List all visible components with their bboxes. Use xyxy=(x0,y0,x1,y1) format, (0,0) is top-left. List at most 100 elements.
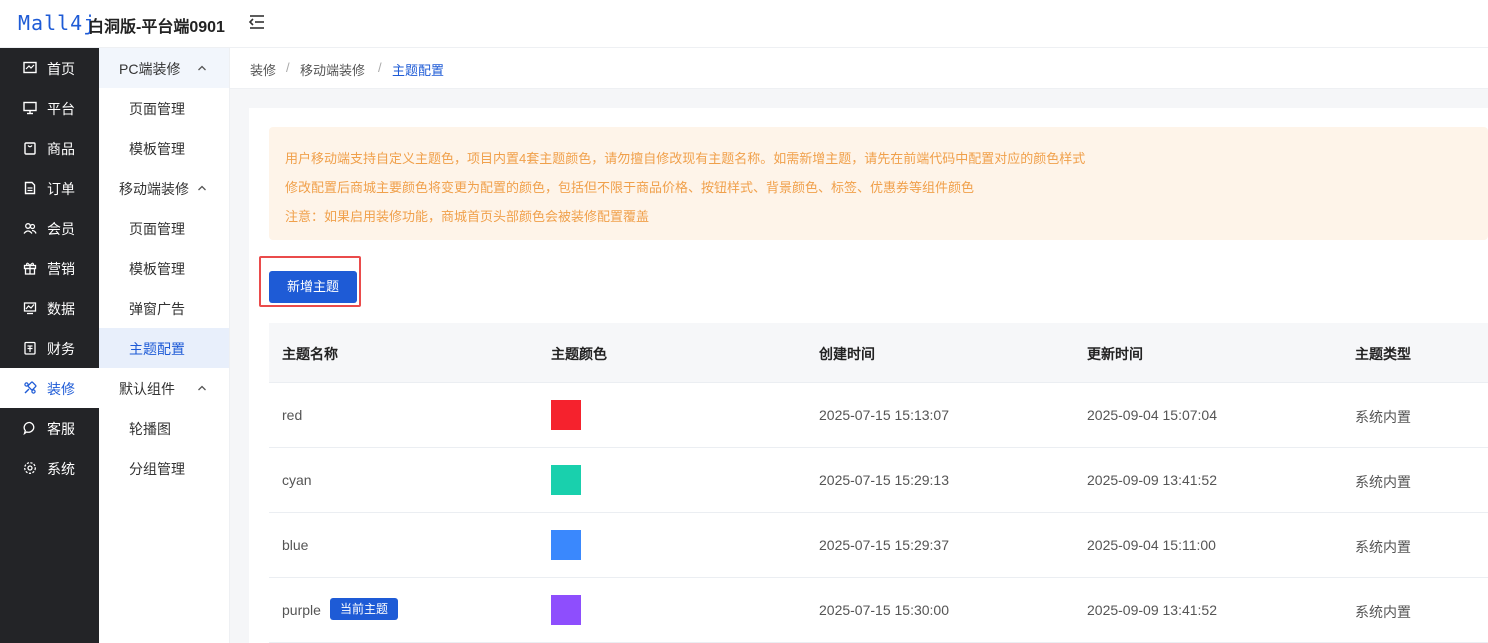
submenu-item-label: 页面管理 xyxy=(129,221,185,237)
theme-color-swatch xyxy=(551,530,581,560)
nav-label: 首页 xyxy=(47,61,75,77)
submenu-item-label: 轮播图 xyxy=(129,421,171,437)
created-time: 2025-07-15 15:29:13 xyxy=(819,472,949,488)
column-header: 创建时间 xyxy=(819,346,875,362)
theme-color-swatch xyxy=(551,595,581,625)
table-row[interactable]: red 2025-07-15 15:13:07 2025-09-04 15:07… xyxy=(269,383,1488,448)
nav-item-products[interactable]: 商品 xyxy=(0,128,99,168)
users-icon xyxy=(23,223,37,234)
nav-item-platform[interactable]: 平台 xyxy=(0,88,99,128)
nav-label: 平台 xyxy=(47,101,75,117)
desktop-icon xyxy=(23,101,37,115)
table-header: 主题名称 主题颜色 创建时间 更新时间 主题类型 xyxy=(269,323,1488,383)
table-row[interactable]: blue 2025-07-15 15:29:37 2025-09-04 15:1… xyxy=(269,513,1488,578)
nav-label: 财务 xyxy=(47,341,75,357)
submenu-item-label: 分组管理 xyxy=(129,461,185,477)
nav-label: 商品 xyxy=(47,141,75,157)
notice-line: 注意：如果启用装修功能，商城首页头部颜色会被装修配置覆盖 xyxy=(285,209,650,224)
chevron-up-icon xyxy=(198,185,206,191)
nav-label: 系统 xyxy=(47,461,75,477)
submenu-item-label: 主题配置 xyxy=(129,341,185,357)
breadcrumb-item[interactable]: 移动端装修 xyxy=(300,60,365,79)
settings-icon xyxy=(24,462,36,474)
nav-label: 装修 xyxy=(47,381,75,397)
theme-type: 系统内置 xyxy=(1355,474,1411,490)
nav-label: 数据 xyxy=(47,301,75,317)
app-title: 白洞版-平台端0901 xyxy=(88,19,225,36)
theme-type: 系统内置 xyxy=(1355,539,1411,555)
theme-type: 系统内置 xyxy=(1355,604,1411,620)
submenu-item-theme-config[interactable]: 主题配置 xyxy=(99,328,229,368)
top-header: Mall4j 白洞版-平台端0901 xyxy=(0,0,1488,48)
bag-icon xyxy=(24,142,36,155)
submenu-group-label: 默认组件 xyxy=(119,381,175,397)
chat-icon xyxy=(23,421,35,435)
column-header: 主题名称 xyxy=(282,346,338,362)
updated-time: 2025-09-04 15:07:04 xyxy=(1087,407,1217,423)
nav-item-home[interactable]: 首页 xyxy=(0,48,99,88)
finance-icon xyxy=(24,341,36,355)
breadcrumb-item[interactable]: 装修 xyxy=(250,60,276,79)
decorate-icon xyxy=(24,381,37,394)
breadcrumb: 装修 / 移动端装修 / 主题配置 xyxy=(230,48,1488,89)
updated-time: 2025-09-09 13:41:52 xyxy=(1087,602,1217,618)
theme-name: cyan xyxy=(282,472,312,488)
gift-icon xyxy=(23,262,37,275)
logo: Mall4j xyxy=(18,11,97,35)
theme-name: purple xyxy=(282,602,321,618)
nav-item-marketing[interactable]: 营销 xyxy=(0,248,99,288)
submenu-item-carousel[interactable]: 轮播图 xyxy=(99,408,229,448)
table-row[interactable]: purple 当前主题 2025-07-15 15:30:00 2025-09-… xyxy=(269,578,1488,643)
monitor-icon xyxy=(23,61,37,74)
submenu-group-label: PC端装修 xyxy=(119,61,181,77)
theme-color-swatch xyxy=(551,465,581,495)
current-theme-badge: 当前主题 xyxy=(330,598,399,620)
submenu-item-pc-templates[interactable]: 模板管理 xyxy=(99,128,229,168)
nav-item-customer-service[interactable]: 客服 xyxy=(0,408,99,448)
column-header: 主题颜色 xyxy=(551,346,607,362)
notice-line: 用户移动端支持自定义主题色，项目内置4套主题颜色，请勿擅自修改现有主题名称。如需… xyxy=(285,151,1086,166)
submenu-item-label: 页面管理 xyxy=(129,101,185,117)
submenu-item-pc-pages[interactable]: 页面管理 xyxy=(99,88,229,128)
created-time: 2025-07-15 15:30:00 xyxy=(819,602,949,618)
submenu-group-mobile[interactable]: 移动端装修 xyxy=(99,168,229,208)
column-header: 主题类型 xyxy=(1355,346,1411,362)
notice-line: 修改配置后商城主要颜色将变更为配置的颜色，包括但不限于商品价格、按钮样式、背景颜… xyxy=(285,180,975,195)
document-icon xyxy=(24,181,36,195)
submenu-group-default-components[interactable]: 默认组件 xyxy=(99,368,229,408)
chart-icon xyxy=(23,302,37,315)
submenu-item-mobile-pages[interactable]: 页面管理 xyxy=(99,208,229,248)
submenu-item-label: 模板管理 xyxy=(129,261,185,277)
created-time: 2025-07-15 15:13:07 xyxy=(819,407,949,423)
submenu-item-mobile-templates[interactable]: 模板管理 xyxy=(99,248,229,288)
theme-name: blue xyxy=(282,537,309,553)
breadcrumb-current: 主题配置 xyxy=(392,63,445,78)
add-theme-button[interactable]: 新增主题 xyxy=(269,271,357,303)
nav-item-orders[interactable]: 订单 xyxy=(0,168,99,208)
updated-time: 2025-09-04 15:11:00 xyxy=(1087,537,1216,553)
nav-item-data[interactable]: 数据 xyxy=(0,288,99,328)
notice-banner: 用户移动端支持自定义主题色，项目内置4套主题颜色，请勿擅自修改现有主题名称。如需… xyxy=(269,127,1488,240)
updated-time: 2025-09-09 13:41:52 xyxy=(1087,472,1217,488)
collapse-menu-icon[interactable] xyxy=(248,13,266,31)
breadcrumb-separator: / xyxy=(286,60,290,75)
submenu-item-label: 弹窗广告 xyxy=(129,301,185,317)
column-header: 更新时间 xyxy=(1087,346,1143,362)
submenu-item-popup-ads[interactable]: 弹窗广告 xyxy=(99,288,229,328)
nav-label: 订单 xyxy=(47,181,75,197)
chevron-up-icon xyxy=(198,385,206,391)
nav-item-finance[interactable]: 财务 xyxy=(0,328,99,368)
theme-color-swatch xyxy=(551,400,581,430)
nav-item-decoration[interactable]: 装修 xyxy=(0,368,99,408)
theme-name: red xyxy=(282,407,303,423)
theme-type: 系统内置 xyxy=(1355,409,1411,425)
nav-item-system[interactable]: 系统 xyxy=(0,448,99,488)
submenu-item-group-management[interactable]: 分组管理 xyxy=(99,448,229,488)
table-row[interactable]: cyan 2025-07-15 15:29:13 2025-09-09 13:4… xyxy=(269,448,1488,513)
nav-label: 营销 xyxy=(47,261,75,277)
submenu-group-pc[interactable]: PC端装修 xyxy=(99,48,229,88)
chevron-up-icon xyxy=(198,65,206,71)
breadcrumb-separator: / xyxy=(378,60,382,75)
secondary-sidebar: PC端装修 页面管理 模板管理 移动端装修 页面管理 模板管理 弹窗广告 主题配… xyxy=(99,48,230,643)
nav-item-members[interactable]: 会员 xyxy=(0,208,99,248)
